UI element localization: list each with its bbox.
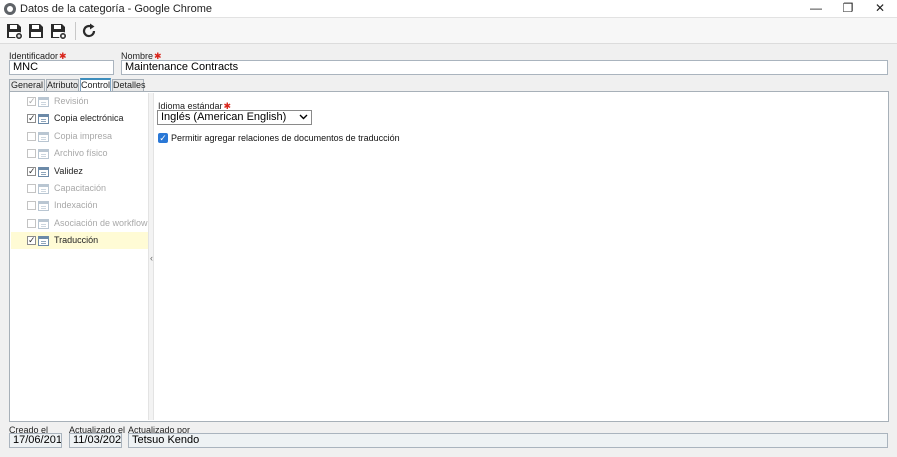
save-close-icon[interactable]: [49, 22, 67, 40]
updated-by-field: Tetsuo Kendo: [128, 433, 888, 448]
name-field[interactable]: Maintenance Contracts: [121, 60, 888, 75]
form-icon: [38, 114, 49, 125]
list-item[interactable]: ✓ Copia electrónica: [11, 110, 148, 127]
form-icon: [38, 201, 49, 212]
tab-control[interactable]: Control: [80, 78, 111, 92]
form-icon: [38, 184, 49, 194]
chevron-left-icon[interactable]: ‹: [149, 253, 154, 263]
list-item-label: Revisión: [54, 96, 89, 106]
list-item-checkbox: [27, 218, 36, 228]
list-item-checkbox: [27, 184, 36, 193]
list-item-label: Traducción: [54, 235, 99, 246]
save-icon[interactable]: [27, 22, 45, 40]
list-item[interactable]: Capacitación: [11, 180, 148, 197]
title-bar: Datos de la categoría - Google Chrome — …: [0, 0, 897, 18]
list-item[interactable]: Asociación de workflow: [11, 215, 148, 232]
language-select[interactable]: Inglés (American English): [157, 110, 312, 125]
chrome-icon: [4, 3, 16, 15]
list-item-label: Capacitación: [54, 183, 107, 193]
list-item-label: Validez: [54, 165, 83, 176]
list-item[interactable]: Copia impresa: [11, 128, 148, 145]
toolbar-separator: [75, 22, 76, 40]
chevron-down-icon: [299, 112, 308, 125]
control-list: ✓ Revisión ✓ Copia electrónica Copia impresa…: [11, 93, 148, 420]
list-item-label: Indexación: [54, 200, 98, 211]
form-icon: [38, 97, 49, 107]
list-item-checkbox: [27, 201, 36, 211]
list-item-checkbox: ✓: [27, 96, 36, 106]
maximize-button[interactable]: ❐: [833, 0, 863, 18]
form-icon: [38, 131, 49, 142]
list-item-checkbox[interactable]: ✓: [27, 236, 36, 246]
toolbar: [0, 18, 897, 44]
list-item-label: Copia impresa: [54, 130, 113, 141]
list-item[interactable]: ✓ Traducción: [11, 232, 148, 250]
splitter[interactable]: ‹: [148, 93, 154, 420]
save-new-icon[interactable]: [5, 22, 23, 40]
form-icon: [38, 149, 49, 160]
close-button[interactable]: ✕: [865, 0, 895, 18]
list-item-label: Copia electrónica: [54, 113, 124, 124]
list-item-label: Archivo físico: [54, 148, 108, 159]
window-title: Datos de la categoría - Google Chrome: [20, 3, 212, 15]
list-item[interactable]: ✓ Revisión: [11, 93, 148, 110]
form-icon: [38, 218, 49, 229]
list-item[interactable]: Archivo físico: [11, 145, 148, 162]
list-item-checkbox[interactable]: ✓: [27, 166, 36, 176]
list-item[interactable]: Indexación: [11, 197, 148, 214]
list-item-label: Asociación de workflow: [54, 217, 148, 228]
updated-field: 11/03/2022: [69, 433, 122, 448]
identifier-field[interactable]: MNC: [9, 60, 114, 75]
allow-translation-label: Permitir agregar relaciones de documento…: [171, 133, 400, 143]
list-item[interactable]: ✓ Validez: [11, 163, 148, 180]
allow-translation-checkbox[interactable]: ✓: [158, 133, 168, 143]
language-select-value: Inglés (American English): [161, 111, 287, 123]
control-panel: ✓ Revisión ✓ Copia electrónica Copia impresa…: [9, 91, 889, 422]
list-item-checkbox: [27, 131, 36, 141]
list-item-checkbox[interactable]: ✓: [27, 114, 36, 124]
list-item-checkbox: [27, 149, 36, 159]
form-icon: [38, 236, 49, 247]
form-icon: [38, 166, 49, 177]
minimize-button[interactable]: —: [801, 0, 831, 18]
refresh-icon[interactable]: [80, 22, 98, 40]
created-field: 17/06/2014: [9, 433, 62, 448]
